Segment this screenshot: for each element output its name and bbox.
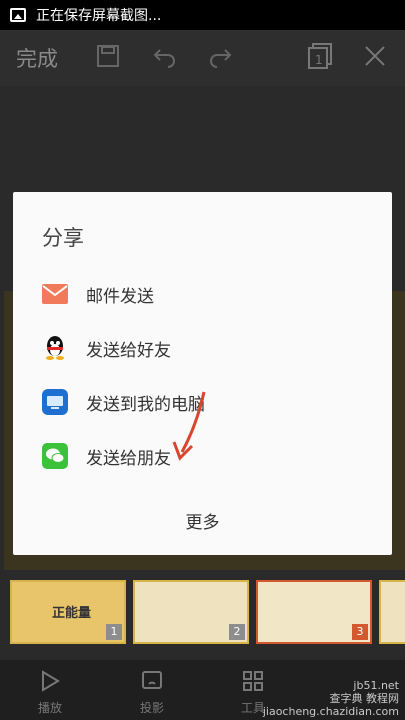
tools-label: 工具: [240, 701, 265, 715]
play-label: 播放: [37, 701, 62, 715]
status-text: 正在保存屏幕截图...: [36, 8, 162, 24]
status-bar: 正在保存屏幕截图...: [0, 0, 405, 30]
redo-icon[interactable]: [207, 44, 233, 72]
slide-thumbnail-3[interactable]: 3: [256, 580, 372, 644]
slide-thumbnail-4[interactable]: [379, 580, 405, 644]
share-qq-label: 发送给好友: [86, 340, 171, 361]
save-icon[interactable]: [96, 44, 120, 72]
watermark-line: jiaocheng.chazidian.com: [262, 705, 399, 718]
thumbnail-strip: 正能量 1 2 3: [0, 570, 405, 660]
pages-icon[interactable]: 1: [307, 42, 333, 74]
top-toolbar: 完成 1: [0, 30, 405, 86]
watermark-line: jb51.net: [353, 679, 399, 692]
watermark: jb51.net 查字典 教程网 jiaocheng.chazidian.com: [263, 679, 399, 718]
close-icon[interactable]: [364, 45, 386, 71]
wechat-icon: [42, 443, 68, 469]
qq-icon: [42, 335, 68, 361]
screenshot-icon: [10, 8, 26, 22]
mail-icon: [42, 281, 68, 307]
play-button[interactable]: 播放: [20, 670, 80, 716]
projection-label: 投影: [139, 701, 164, 715]
play-icon: [20, 670, 80, 695]
share-wechat-label: 发送给朋友: [86, 448, 171, 469]
share-dialog: 分享 邮件发送 发送给好友 发送到我的电脑 发送给朋友 更多: [13, 192, 392, 555]
slide-number: 2: [229, 624, 245, 640]
bottom-nav: 播放 投影 工具 jb51.net 查字典 教程网 jiaocheng.chaz…: [0, 660, 405, 720]
slide-number: 3: [352, 624, 368, 640]
slide-thumbnail-1[interactable]: 正能量 1: [10, 580, 126, 644]
svg-text:1: 1: [315, 53, 323, 67]
projection-icon: [122, 670, 182, 695]
share-email-item[interactable]: 邮件发送: [13, 272, 392, 316]
annotation-arrow: [172, 391, 206, 461]
thumbnail-title: 正能量: [52, 606, 92, 621]
slide-number: 1: [106, 624, 122, 640]
share-email-label: 邮件发送: [86, 286, 154, 307]
computer-icon: [42, 389, 68, 415]
slide-thumbnail-2[interactable]: 2: [133, 580, 249, 644]
dialog-title: 分享: [42, 226, 84, 250]
undo-icon[interactable]: [152, 44, 178, 72]
more-button[interactable]: 更多: [13, 508, 392, 533]
share-qq-item[interactable]: 发送给好友: [13, 326, 392, 370]
watermark-line: 查字典 教程网: [329, 692, 400, 705]
projection-button[interactable]: 投影: [122, 670, 182, 716]
done-button[interactable]: 完成: [16, 43, 76, 73]
